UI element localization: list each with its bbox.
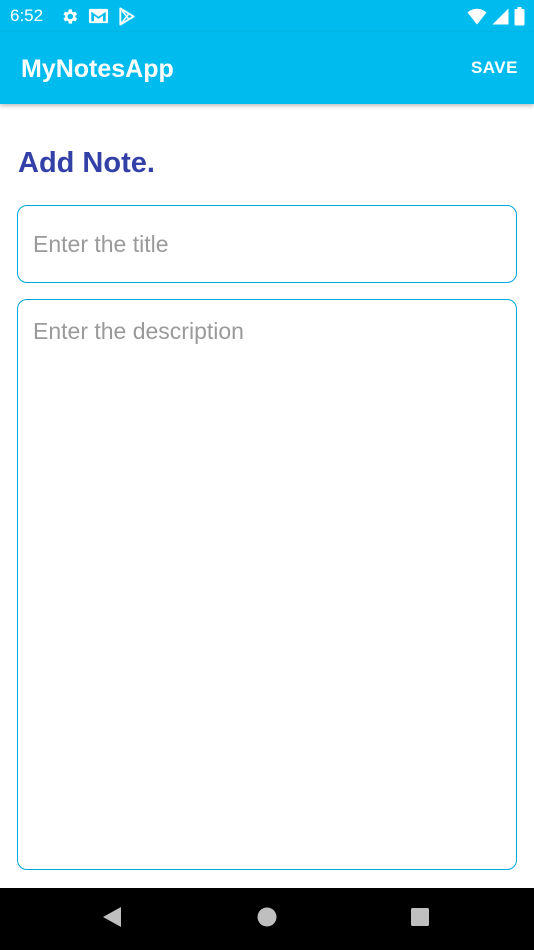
save-button[interactable]: SAVE (471, 58, 518, 78)
home-button[interactable] (235, 888, 299, 950)
play-store-icon (118, 6, 136, 26)
navigation-bar (0, 888, 534, 950)
status-notification-icons (60, 6, 136, 26)
app-bar: MyNotesApp SAVE (0, 32, 534, 104)
battery-icon (514, 6, 525, 26)
app-title: MyNotesApp (21, 55, 174, 83)
gear-icon (60, 7, 79, 26)
recents-icon (409, 906, 431, 933)
recents-button[interactable] (388, 888, 452, 950)
cell-signal-icon (492, 8, 509, 25)
status-system-icons (467, 6, 525, 26)
back-button[interactable] (80, 888, 144, 950)
wifi-icon (467, 8, 487, 25)
page-heading: Add Note. (18, 147, 155, 179)
home-icon (256, 906, 278, 933)
gmail-icon (88, 7, 109, 25)
status-bar: 6:52 (0, 0, 534, 32)
description-input[interactable] (17, 299, 517, 870)
status-time: 6:52 (10, 6, 44, 25)
screen: 6:52 MyNotesApp SAVE Add Note. Enter the… (0, 0, 534, 950)
title-input[interactable] (17, 205, 517, 283)
back-icon (101, 905, 123, 934)
